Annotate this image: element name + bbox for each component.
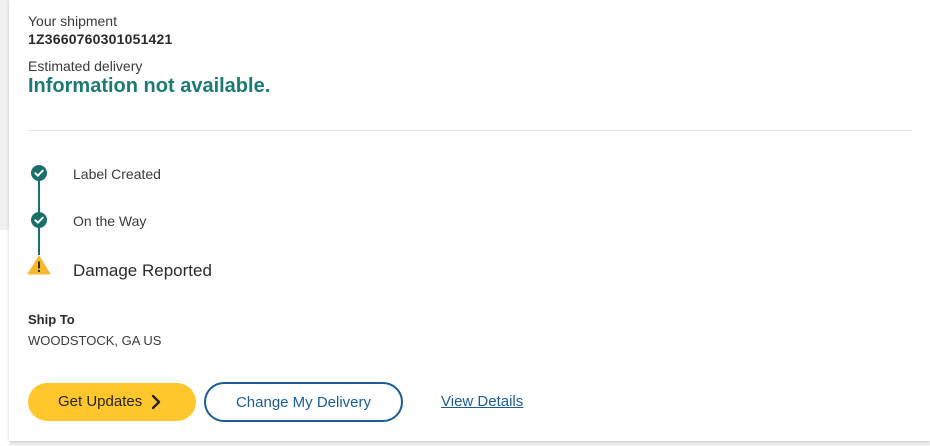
change-my-delivery-button[interactable]: Change My Delivery	[204, 382, 403, 422]
ship-to-value: WOODSTOCK, GA US	[28, 333, 162, 348]
warning-icon	[27, 255, 51, 280]
check-circle-icon	[31, 212, 47, 228]
chevron-right-icon	[150, 394, 162, 413]
ship-to-label: Ship To	[28, 312, 75, 327]
get-updates-label: Get Updates	[58, 393, 143, 410]
estimated-delivery-label: Estimated delivery	[28, 58, 143, 74]
timeline-connector	[38, 180, 40, 212]
check-circle-icon	[31, 165, 47, 181]
shipment-heading: Your shipment	[28, 13, 117, 29]
timeline-step-label-created: Label Created	[73, 166, 161, 182]
estimated-delivery-value: Information not available.	[28, 75, 271, 97]
timeline-step-on-the-way: On the Way	[73, 213, 147, 229]
tracking-number: 1Z3660760301051421	[28, 31, 173, 47]
shipment-card: Your shipment 1Z3660760301051421 Estimat…	[9, 0, 930, 441]
get-updates-button[interactable]: Get Updates	[28, 383, 196, 421]
timeline-connector	[38, 227, 40, 255]
left-edge-strip	[0, 230, 9, 446]
view-details-link[interactable]: View Details	[441, 393, 523, 410]
divider	[28, 130, 912, 131]
timeline-step-damage-reported: Damage Reported	[73, 261, 212, 280]
change-my-delivery-label: Change My Delivery	[235, 394, 372, 411]
